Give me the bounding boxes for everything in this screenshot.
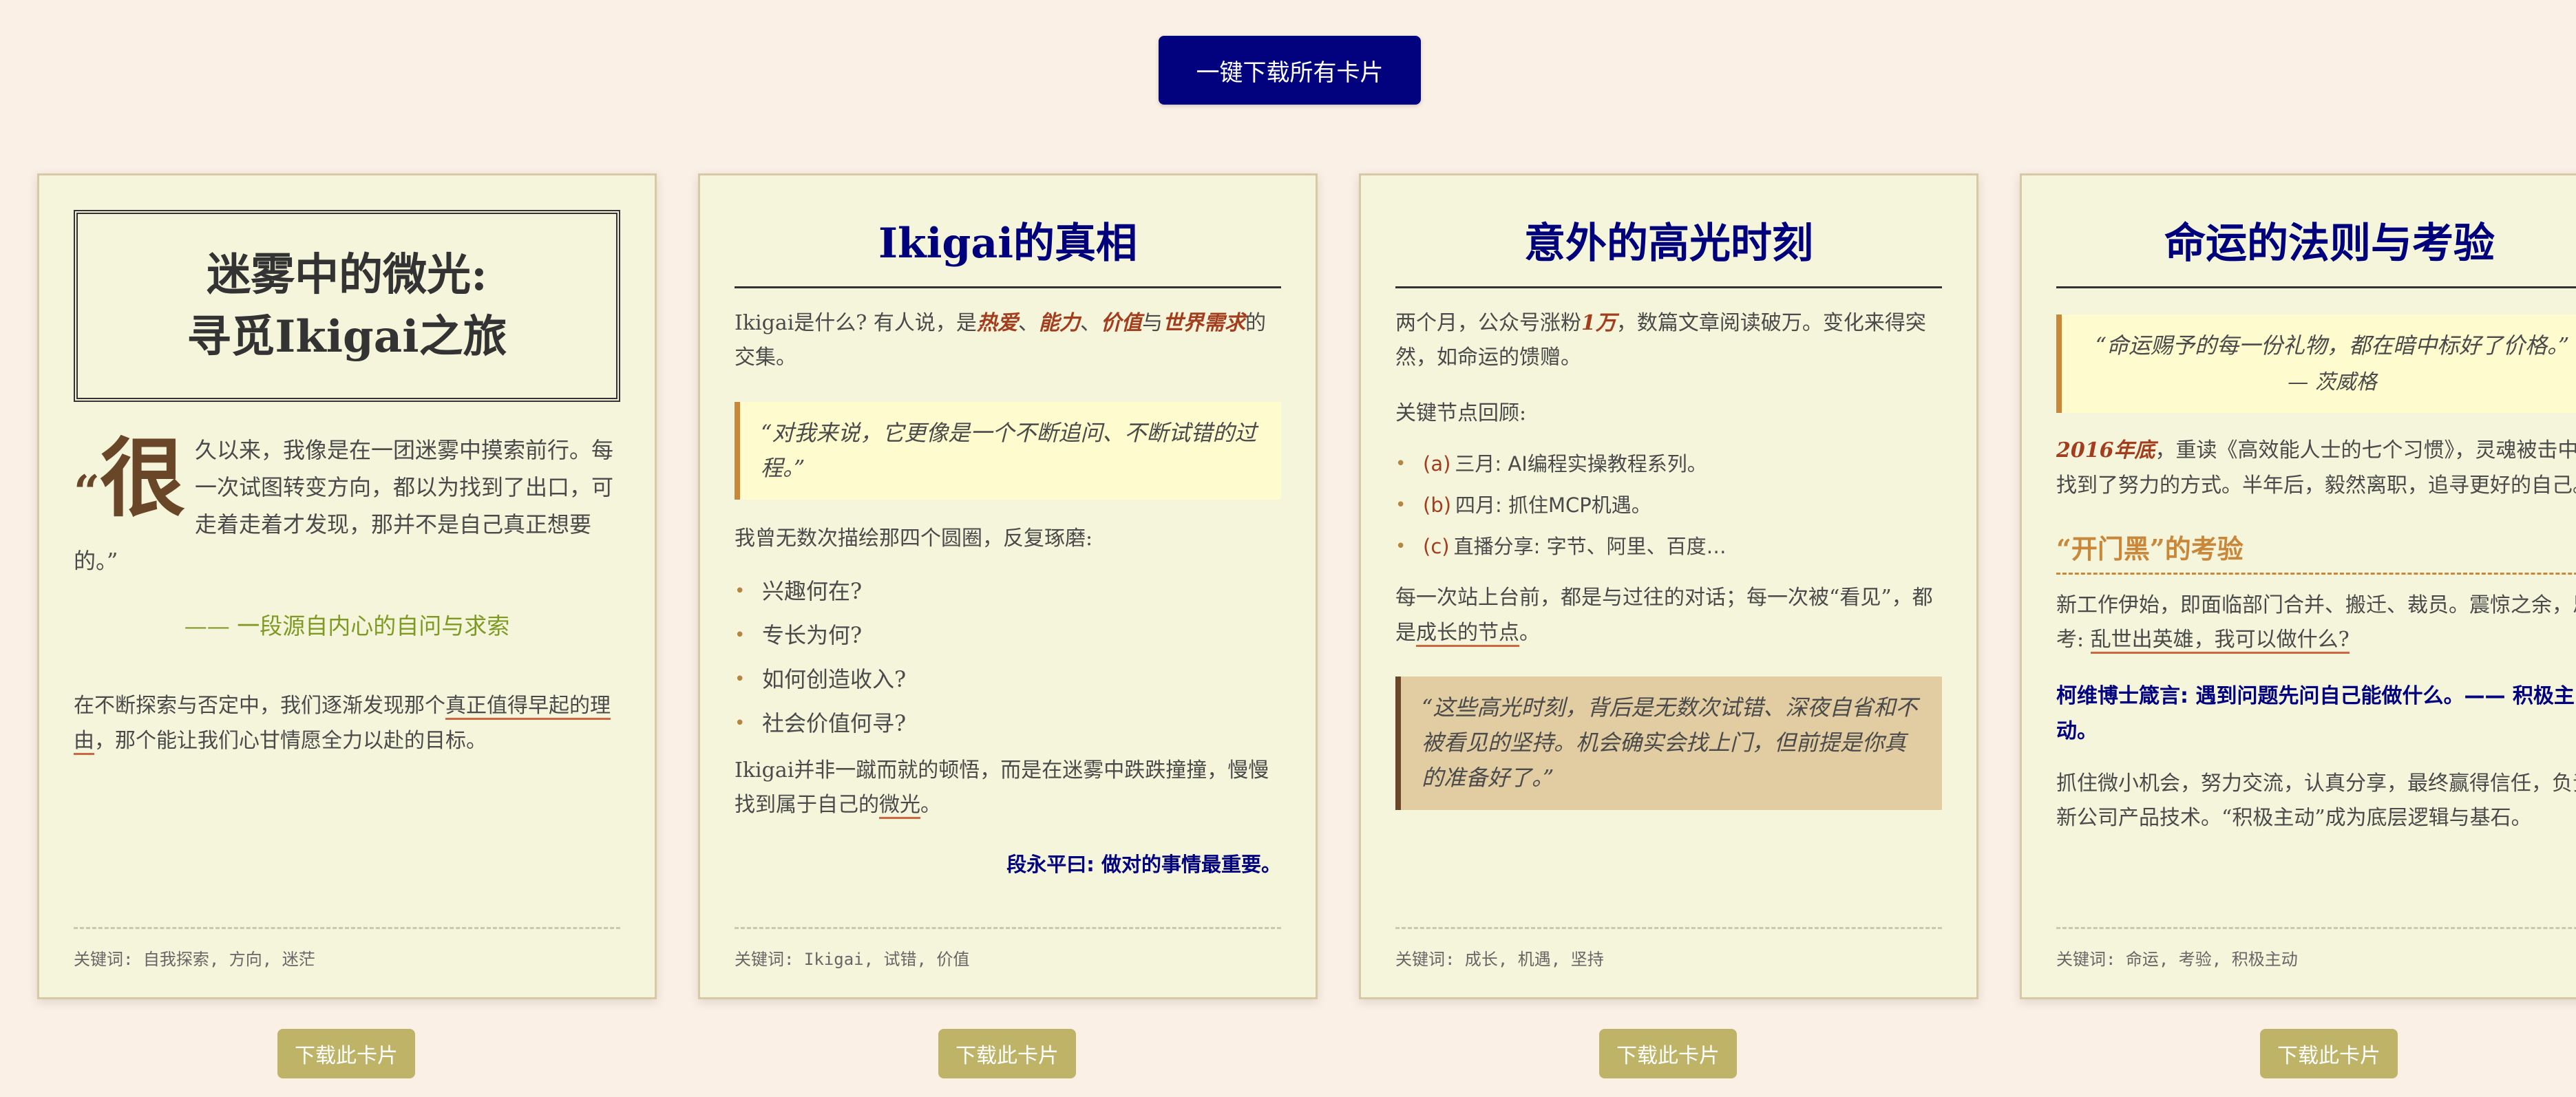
card-title: 意外的高光时刻	[1395, 210, 1942, 288]
nodes-list: (a)三月: AI编程实操教程系列。 (b)四月: 抓住MCP机遇。 (c)直播…	[1395, 443, 1942, 567]
list-item: 兴趣何在?	[735, 569, 1281, 613]
list-item: (c)直播分享: 字节、阿里、百度…	[1395, 526, 1942, 567]
subheading: “开门黑”的考验	[2056, 528, 2576, 575]
open-quote-mark: “	[74, 465, 100, 520]
download-card-4-button[interactable]: 下载此卡片	[2260, 1029, 2398, 1078]
highlight-phrase: 微光	[879, 792, 920, 819]
list-item: 如何创造收入?	[735, 657, 1281, 701]
body-text-2: 抓住微小机会，努力交流，认真分享，最终赢得信任，负责新公司产品技术。“积极主动”…	[2056, 771, 2576, 831]
download-card-3-button[interactable]: 下载此卡片	[1599, 1029, 1737, 1078]
intro-text: 两个月，公众号涨粉1万，数篇文章阅读破万。变化来得突然，如命运的馈赠。	[1395, 311, 1926, 370]
saying: 段永平曰: 做对的事情最重要。	[1006, 853, 1281, 877]
list-item: (a)三月: AI编程实操教程系列。	[1395, 443, 1942, 484]
card-keywords: 关键词: 成长, 机遇, 坚持	[1395, 927, 1942, 970]
covey-saying: 柯维博士箴言: 遇到问题先问自己能做什么。—— 积极主动。	[2056, 683, 2575, 743]
list-item: 社会价值何寻?	[735, 701, 1281, 745]
quote-block: “这些高光时刻，背后是无数次试错、深夜自省和不被看见的坚持。机会确实会找上门，但…	[1395, 676, 1942, 810]
quote-author: — 茨威格	[2288, 370, 2377, 395]
download-all-button[interactable]: 一键下载所有卡片	[1159, 36, 1421, 105]
intro-text: 2016年底，重读《高效能人士的七个习惯》，灵魂被击中，找到了努力的方式。半年后…	[2056, 438, 2576, 498]
highlight-phrase: 乱世出英雄，我可以做什么?	[2090, 628, 2350, 654]
card-4: 命运的法则与考验 “命运赐予的每一份礼物，都在暗中标好了价格。” — 茨威格 2…	[2020, 173, 2576, 999]
intro-quote: “很 久以来，我像是在一团迷雾中摸索前行。每一次试图转变方向，都以为找到了出口，…	[74, 432, 620, 580]
card-title-box: 迷雾中的微光: 寻觅Ikigai之旅	[74, 210, 620, 403]
card-title-line-1: 迷雾中的微光:	[207, 249, 487, 301]
question-list: 兴趣何在? 专长为何? 如何创造收入? 社会价值何寻?	[735, 569, 1281, 745]
dropcap: “很	[74, 429, 185, 529]
download-card-2-button[interactable]: 下载此卡片	[938, 1029, 1076, 1078]
card-keywords: 关键词: 自我探索, 方向, 迷茫	[74, 927, 620, 970]
card-3: 意外的高光时刻 两个月，公众号涨粉1万，数篇文章阅读破万。变化来得突然，如命运的…	[1359, 173, 1978, 999]
card-title: 命运的法则与考验	[2056, 210, 2576, 288]
list-item: 专长为何?	[735, 613, 1281, 657]
intro-text: Ikigai是什么? 有人说，是热爱、能力、价值与世界需求的交集。	[735, 311, 1266, 370]
card-keywords: 关键词: 命运, 考验, 积极主动	[2056, 927, 2576, 970]
highlight-phrase: 成长的节点	[1416, 620, 1519, 647]
body-text: 在不断探索与否定中，我们逐渐发现那个真正值得早起的理由，那个能让我们心甘情愿全力…	[74, 689, 620, 758]
closing-text: Ikigai并非一蹴而就的顿悟，而是在迷雾中跌跌撞撞，慢慢找到属于自己的微光。	[735, 754, 1281, 823]
nodes-label: 关键节点回顾:	[1395, 401, 1527, 425]
card-2: Ikigai的真相 Ikigai是什么? 有人说，是热爱、能力、价值与世界需求的…	[698, 173, 1318, 999]
card-title-line-2: 寻觅Ikigai之旅	[187, 310, 507, 363]
signature: —— 一段源自内心的自问与求索	[184, 613, 510, 640]
quote-block: “对我来说，它更像是一个不断追问、不断试错的过程。”	[735, 401, 1281, 500]
card-title: Ikigai的真相	[735, 210, 1281, 288]
body-text: 新工作伊始，即面临部门合并、搬迁、裁员。震惊之余，思考: 乱世出英雄，我可以做什…	[2056, 588, 2576, 658]
quote-block: “命运赐予的每一份礼物，都在暗中标好了价格。” — 茨威格	[2056, 315, 2576, 414]
list-intro: 我曾无数次描绘那四个圆圈，反复琢磨:	[735, 526, 1093, 551]
download-card-1-button[interactable]: 下载此卡片	[277, 1029, 415, 1078]
card-1: 迷雾中的微光: 寻觅Ikigai之旅 “很 久以来，我像是在一团迷雾中摸索前行。…	[37, 173, 657, 999]
list-item: (b)四月: 抓住MCP机遇。	[1395, 484, 1942, 526]
card-keywords: 关键词: Ikigai, 试错, 价值	[735, 927, 1281, 970]
body-text: 每一次站上台前，都是与过往的对话；每一次被“看见”，都是成长的节点。	[1395, 581, 1942, 650]
